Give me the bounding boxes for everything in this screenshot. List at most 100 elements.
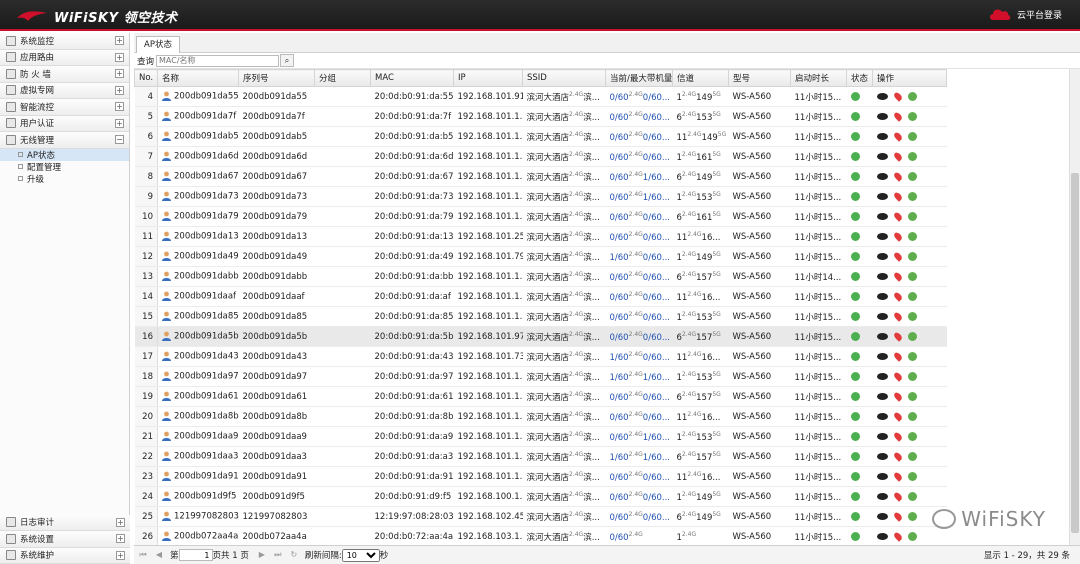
refresh-interval-select[interactable]: 10	[341, 548, 380, 562]
view-icon[interactable]	[876, 512, 888, 520]
settings-icon[interactable]	[907, 531, 917, 541]
settings-icon[interactable]	[907, 471, 917, 481]
sidebar-subitem[interactable]: AP状态	[0, 148, 129, 161]
column-header[interactable]: 状态	[846, 69, 873, 87]
column-header[interactable]: No.	[134, 69, 158, 87]
settings-icon[interactable]	[907, 391, 917, 401]
settings-icon[interactable]	[907, 251, 917, 261]
view-icon[interactable]	[876, 92, 888, 100]
sidebar-item[interactable]: 应用路由 +	[0, 49, 129, 66]
column-header[interactable]: 信道	[672, 69, 729, 87]
prev-page-icon[interactable]: ◀	[154, 550, 164, 560]
view-icon[interactable]	[876, 532, 888, 540]
settings-icon[interactable]	[907, 411, 917, 421]
tab-ap-status[interactable]: AP状态	[136, 36, 180, 53]
view-icon[interactable]	[876, 452, 888, 460]
column-header[interactable]: SSID	[522, 69, 606, 87]
column-header[interactable]: 启动时长	[790, 69, 847, 87]
view-icon[interactable]	[876, 212, 888, 220]
sidebar-item[interactable]: 用户认证 +	[0, 115, 129, 132]
locate-icon[interactable]	[892, 370, 903, 382]
sidebar-subitem[interactable]: 升级	[0, 173, 129, 185]
settings-icon[interactable]	[907, 371, 917, 381]
view-icon[interactable]	[876, 432, 888, 440]
view-icon[interactable]	[876, 232, 888, 240]
table-row[interactable]: 21 200db091daa9 200db091daa9 20:0d:b0:91:da…	[134, 426, 947, 447]
sidebar-subitem[interactable]: 配置管理	[0, 161, 129, 173]
settings-icon[interactable]	[907, 351, 917, 361]
view-icon[interactable]	[876, 472, 888, 480]
table-row[interactable]: 5 200db091da7f 200db091da7f 20:0d:b0:91:da:…	[134, 106, 947, 127]
locate-icon[interactable]	[892, 350, 903, 362]
view-icon[interactable]	[876, 292, 888, 300]
view-icon[interactable]	[876, 172, 888, 180]
view-icon[interactable]	[876, 392, 888, 400]
column-header[interactable]: 操作	[872, 69, 947, 87]
settings-icon[interactable]	[907, 151, 917, 161]
locate-icon[interactable]	[892, 430, 903, 442]
column-header[interactable]: 序列号	[238, 69, 315, 87]
expand-toggle-icon[interactable]: −	[115, 135, 124, 144]
settings-icon[interactable]	[907, 91, 917, 101]
settings-icon[interactable]	[907, 271, 917, 281]
table-row[interactable]: 24 200db091d9f5 200db091d9f5 20:0d:b0:91:d9…	[134, 486, 947, 507]
view-icon[interactable]	[876, 152, 888, 160]
view-icon[interactable]	[876, 312, 888, 320]
table-row[interactable]: 18 200db091da97 200db091da97 20:0d:b0:91:da…	[134, 366, 947, 387]
expand-toggle-icon[interactable]: +	[115, 102, 124, 111]
expand-toggle-icon[interactable]: +	[115, 85, 124, 95]
settings-icon[interactable]	[907, 211, 917, 221]
column-header[interactable]: IP	[453, 69, 523, 87]
search-icon[interactable]: ⌕	[280, 54, 295, 67]
locate-icon[interactable]	[892, 390, 903, 402]
locate-icon[interactable]	[892, 90, 903, 102]
table-row[interactable]: 20 200db091da8b 200db091da8b 20:0d:b0:91:da…	[134, 406, 947, 427]
view-icon[interactable]	[876, 252, 888, 260]
last-page-icon[interactable]: ⏭	[273, 550, 283, 560]
locate-icon[interactable]	[892, 130, 903, 142]
sidebar-item[interactable]: 日志审计 +	[0, 514, 130, 531]
settings-icon[interactable]	[907, 191, 917, 201]
sidebar-item[interactable]: 系统维护 +	[0, 547, 130, 564]
settings-icon[interactable]	[907, 131, 917, 141]
table-row[interactable]: 25 121997082803 121997082803 12:19:97:08:28…	[134, 506, 947, 527]
sidebar-item[interactable]: 系统监控 +	[0, 33, 129, 50]
expand-toggle-icon[interactable]: +	[115, 118, 124, 128]
view-icon[interactable]	[876, 332, 888, 340]
vertical-scrollbar[interactable]	[1069, 69, 1080, 545]
settings-icon[interactable]	[907, 231, 917, 241]
settings-icon[interactable]	[907, 171, 917, 181]
table-row[interactable]: 19 200db091da61 200db091da61 20:0d:b0:91:da…	[134, 386, 947, 407]
locate-icon[interactable]	[892, 270, 903, 282]
locate-icon[interactable]	[892, 290, 903, 302]
expand-toggle-icon[interactable]: +	[115, 69, 124, 78]
view-icon[interactable]	[876, 192, 888, 200]
locate-icon[interactable]	[892, 310, 903, 322]
settings-icon[interactable]	[907, 511, 917, 521]
locate-icon[interactable]	[892, 190, 903, 202]
settings-icon[interactable]	[907, 291, 917, 301]
table-row[interactable]: 7 200db091da6d 200db091da6d 20:0d:b0:91:da:…	[134, 146, 947, 167]
table-row[interactable]: 13 200db091dabb 200db091dabb 20:0d:b0:91:da…	[134, 266, 947, 287]
locate-icon[interactable]	[892, 510, 903, 522]
view-icon[interactable]	[876, 352, 888, 360]
table-row[interactable]: 12 200db091da49 200db091da49 20:0d:b0:91:da…	[134, 246, 947, 267]
sidebar-item[interactable]: 系统设置 +	[0, 531, 130, 548]
table-row[interactable]: 9 200db091da73 200db091da73 20:0d:b0:91:da:…	[134, 186, 947, 207]
locate-icon[interactable]	[892, 230, 903, 242]
table-row[interactable]: 6 200db091dab5 200db091dab5 20:0d:b0:91:da:…	[134, 126, 947, 147]
view-icon[interactable]	[876, 372, 888, 380]
search-input[interactable]	[156, 54, 280, 67]
locate-icon[interactable]	[892, 490, 903, 502]
locate-icon[interactable]	[892, 410, 903, 422]
view-icon[interactable]	[876, 272, 888, 280]
expand-toggle-icon[interactable]: +	[116, 534, 125, 543]
column-header[interactable]: MAC	[370, 69, 454, 87]
table-row[interactable]: 16 200db091da5b 200db091da5b 20:0d:b0:91:da…	[134, 326, 947, 347]
column-header[interactable]: 型号	[728, 69, 791, 87]
refresh-icon[interactable]: ↻	[289, 550, 299, 560]
view-icon[interactable]	[876, 132, 888, 140]
scroll-thumb[interactable]	[1071, 173, 1079, 533]
table-row[interactable]: 26 200db072aa4a 200db072aa4a 20:0d:b0:72:aa…	[134, 526, 947, 545]
view-icon[interactable]	[876, 412, 888, 420]
